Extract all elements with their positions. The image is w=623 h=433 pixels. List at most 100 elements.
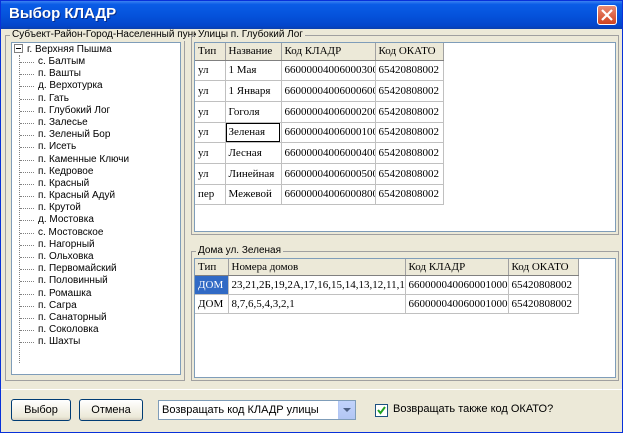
tree-item[interactable]: п. Красный Адуй <box>12 190 180 202</box>
streets-cell[interactable]: 65420808002 <box>375 80 444 102</box>
cancel-button[interactable]: Отмена <box>79 399 143 421</box>
streets-row[interactable]: ул 1 Января 66000004006000600 65420808002 <box>195 80 444 102</box>
streets-cell[interactable]: 66000004006000100 <box>281 122 376 144</box>
streets-column-header[interactable]: Название <box>225 43 282 61</box>
streets-cell[interactable]: 66000004006000200 <box>281 101 376 123</box>
tree-item[interactable]: п. Вашты <box>12 68 180 80</box>
houses-row[interactable]: ДОМ 23,21,2Б,19,2А,17,16,15,14,13,12,11,1… <box>195 275 579 295</box>
streets-row[interactable]: ул Гоголя 66000004006000200 65420808002 <box>195 101 444 123</box>
houses-cell[interactable]: 65420808002 <box>508 275 579 295</box>
tree-item-list: с. Балтым п. Вашты д. Верхотурка п. Гать п. … <box>12 56 180 349</box>
collapse-icon[interactable] <box>14 44 23 53</box>
streets-cell[interactable]: пер <box>195 184 226 206</box>
tree-item[interactable]: п. Сагра <box>12 300 180 312</box>
streets-cell[interactable]: Гоголя <box>225 101 282 123</box>
streets-row[interactable]: ул Лесная 66000004006000400 65420808002 <box>195 142 444 164</box>
streets-row[interactable]: пер Межевой 66000004006000800 65420808002 <box>195 184 444 206</box>
tree-item[interactable]: п. Соколовка <box>12 324 180 336</box>
houses-group-legend: Дома ул. Зеленая <box>196 245 283 257</box>
tree-item[interactable]: п. Шахты <box>12 336 180 348</box>
tree-item[interactable]: п. Гать <box>12 93 180 105</box>
houses-cell[interactable]: 23,21,2Б,19,2А,17,16,15,14,13,12,11,10,9 <box>228 275 406 295</box>
tree-item[interactable]: п. Красный <box>12 178 180 190</box>
streets-cell[interactable]: ул <box>195 122 226 144</box>
streets-cell[interactable]: 65420808002 <box>375 60 444 82</box>
streets-cell[interactable]: 65420808002 <box>375 184 444 206</box>
streets-group-legend: Улицы п. Глубокий Лог <box>196 29 305 41</box>
streets-cell[interactable]: 66000004006000500 <box>281 163 376 185</box>
tree-item[interactable]: п. Зеленый Бор <box>12 129 180 141</box>
streets-cell[interactable]: 1 Мая <box>225 60 282 82</box>
title-bar[interactable]: Выбор КЛАДР <box>1 1 622 29</box>
tree-item[interactable]: д. Мостовка <box>12 214 180 226</box>
streets-cell[interactable]: 66000004006000300 <box>281 60 376 82</box>
streets-cell[interactable]: 65420808002 <box>375 163 444 185</box>
streets-cell[interactable]: ул <box>195 163 226 185</box>
streets-cell[interactable]: 66000004006000800 <box>281 184 376 206</box>
tree-item[interactable]: п. Ольховка <box>12 251 180 263</box>
tree-root-item[interactable]: г. Верхняя Пышма <box>14 43 112 56</box>
tree-item[interactable]: с. Балтым <box>12 56 180 68</box>
streets-cell[interactable]: ул <box>195 142 226 164</box>
streets-cell[interactable]: 1 Января <box>225 80 282 102</box>
streets-cell[interactable]: 65420808002 <box>375 122 444 144</box>
streets-cell[interactable]: 66000004006000600 <box>281 80 376 102</box>
streets-row[interactable]: ул Линейная 66000004006000500 65420808002 <box>195 163 444 185</box>
tree-item[interactable]: с. Мостовское <box>12 227 180 239</box>
okato-checkbox[interactable] <box>375 404 388 417</box>
streets-cell[interactable]: 66000004006000400 <box>281 142 376 164</box>
select-button[interactable]: Выбор <box>11 399 71 421</box>
streets-cell[interactable]: 65420808002 <box>375 142 444 164</box>
streets-cell[interactable]: Межевой <box>225 184 282 206</box>
houses-cell[interactable]: ДОМ <box>195 294 229 314</box>
tree-item[interactable]: п. Санаторный <box>12 312 180 324</box>
tree-item[interactable]: п. Ромашка <box>12 288 180 300</box>
tree-item[interactable]: п. Крутой <box>12 202 180 214</box>
tree-root-label: г. Верхняя Пышма <box>27 44 112 55</box>
streets-cell[interactable]: ул <box>195 60 226 82</box>
streets-column-header[interactable]: Код ОКАТО <box>375 43 444 61</box>
tree-item[interactable]: п. Нагорный <box>12 239 180 251</box>
return-mode-select[interactable]: Возвращать код КЛАДР улицы <box>158 400 356 420</box>
tree-item[interactable]: п. Исеть <box>12 141 180 153</box>
houses-cell[interactable]: 6600000400600010002 <box>405 294 509 314</box>
streets-cell[interactable]: 65420808002 <box>375 101 444 123</box>
streets-column-header[interactable]: Код КЛАДР <box>281 43 376 61</box>
streets-grid[interactable]: Тип Название Код КЛАДР Код ОКАТО ул 1 Мая 660… <box>194 42 616 232</box>
streets-row[interactable]: ул 1 Мая 66000004006000300 65420808002 <box>195 60 444 82</box>
streets-cell[interactable]: ул <box>195 101 226 123</box>
tree-item[interactable]: д. Верхотурка <box>12 80 180 92</box>
houses-column-header[interactable]: Код ОКАТО <box>508 259 579 276</box>
tree-item[interactable]: п. Залесье <box>12 117 180 129</box>
houses-cell[interactable]: ДОМ <box>195 275 229 295</box>
houses-column-header[interactable]: Код КЛАДР <box>405 259 509 276</box>
streets-cell[interactable]: Зеленая <box>225 122 282 144</box>
houses-column-header[interactable]: Тип <box>195 259 229 276</box>
locality-group-legend: Субъект-Район-Город-Населенный пункт <box>10 29 205 41</box>
houses-grid[interactable]: Тип Номера домов Код КЛАДР Код ОКАТО ДОМ 23,… <box>194 258 616 378</box>
return-mode-value: Возвращать код КЛАДР улицы <box>162 404 319 416</box>
tree-item[interactable]: п. Каменные Ключи <box>12 154 180 166</box>
panel-splitter[interactable] <box>191 237 619 240</box>
houses-row[interactable]: ДОМ 8,7,6,5,4,3,2,1 6600000400600010002 654… <box>195 294 579 314</box>
streets-cell[interactable]: Линейная <box>225 163 282 185</box>
tree-item[interactable]: п. Глубокий Лог <box>12 105 180 117</box>
kladr-dialog: Выбор КЛАДР Субъект-Район-Город-Населенн… <box>0 0 623 433</box>
tree-item[interactable]: п. Половинный <box>12 275 180 287</box>
tree-item[interactable]: п. Кедровое <box>12 166 180 178</box>
streets-cell[interactable]: Лесная <box>225 142 282 164</box>
close-button[interactable] <box>597 5 617 25</box>
streets-row[interactable]: ул Зеленая 66000004006000100 65420808002 <box>195 122 444 144</box>
tree-item[interactable]: п. Первомайский <box>12 263 180 275</box>
houses-cell[interactable]: 8,7,6,5,4,3,2,1 <box>228 294 406 314</box>
houses-cell[interactable]: 65420808002 <box>508 294 579 314</box>
streets-column-header[interactable]: Тип <box>195 43 226 61</box>
houses-cell[interactable]: 6600000400600010001 <box>405 275 509 295</box>
checkmark-icon <box>377 406 386 415</box>
locality-tree[interactable]: г. Верхняя Пышма с. Балтым п. Вашты д. Вер… <box>11 42 181 375</box>
streets-cell[interactable]: ул <box>195 80 226 102</box>
houses-column-header[interactable]: Номера домов <box>228 259 406 276</box>
okato-checkbox-label: Возвращать также код ОКАТО? <box>393 403 554 415</box>
chevron-down-icon[interactable] <box>338 401 355 419</box>
close-icon <box>601 9 613 21</box>
